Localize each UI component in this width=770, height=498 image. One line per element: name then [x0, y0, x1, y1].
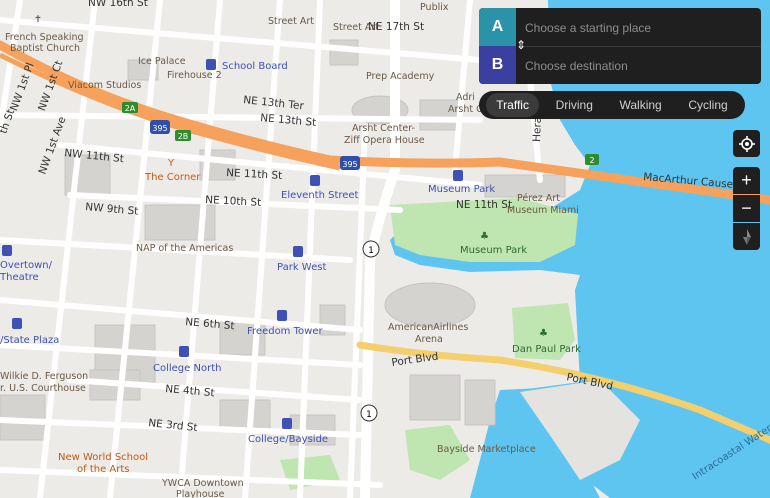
poi-label: of the Arts — [77, 464, 130, 475]
tab-walking[interactable]: Walking — [610, 93, 672, 117]
street-label: NW 16th St — [88, 0, 148, 9]
destination-input[interactable] — [519, 50, 761, 82]
park-label: Dan Paul Park — [512, 344, 581, 355]
poi-label: Arsht Center- — [352, 123, 415, 134]
transit-label: College North — [153, 363, 221, 374]
svg-text:1: 1 — [368, 246, 374, 256]
poi-label: Baptist Church — [10, 43, 80, 54]
poi-label: Arsht C — [448, 104, 483, 115]
svg-text:2A: 2A — [125, 104, 136, 113]
crosshair-icon — [738, 135, 755, 152]
svg-text:395: 395 — [342, 160, 357, 169]
poi-label: Ice Palace — [138, 56, 186, 67]
svg-text:395: 395 — [152, 124, 167, 133]
street-label: NE 11th St — [456, 199, 512, 211]
poi-label: Viacom Studios — [68, 80, 141, 91]
compass-button[interactable] — [733, 223, 760, 250]
poi-icon-bar: Y — [167, 158, 175, 169]
park-icon: ♣ — [539, 328, 548, 339]
poi-label: New World School — [58, 452, 148, 463]
poi-label: Pérez Art — [517, 193, 560, 204]
compass-icon — [742, 228, 751, 245]
transit-icon — [206, 59, 216, 70]
poi-label: Publix — [420, 2, 449, 13]
tab-cycling[interactable]: Cycling — [678, 93, 737, 117]
poi-label: Prep Academy — [366, 71, 435, 82]
zoom-out-button[interactable]: − — [733, 195, 760, 222]
start-badge: A — [479, 8, 516, 46]
interstate-shield-395-b: 395 — [340, 156, 360, 170]
transit-label: Overtown/ — [0, 260, 53, 271]
interstate-shield-395-a: 395 — [150, 120, 170, 134]
park-label: Museum Park — [460, 245, 527, 256]
transit-label: Theatre — [0, 272, 39, 283]
transit-icon — [2, 245, 12, 256]
svg-text:2: 2 — [589, 156, 594, 165]
poi-label: French Speaking — [5, 32, 84, 43]
us-shield-1-a: 1 — [362, 240, 380, 258]
poi-label: Firehouse 2 — [167, 70, 222, 81]
transit-icon — [179, 346, 189, 357]
poi-label: The Corner — [144, 172, 201, 183]
transit-label: College/Bayside — [248, 434, 328, 445]
transit-icon — [277, 310, 287, 321]
transit-icon — [12, 318, 22, 329]
transit-label: Freedom Tower — [247, 326, 323, 337]
tab-traffic[interactable]: Traffic — [486, 93, 539, 117]
poi-label: Bayside Marketplace — [437, 444, 536, 455]
end-badge: B — [479, 46, 516, 84]
poi-label: Street Art — [333, 22, 379, 33]
svg-text:2B: 2B — [178, 132, 189, 141]
poi-label: Wilkie D. Ferguson — [0, 371, 88, 382]
swap-arrows-icon[interactable]: ⇕ — [516, 38, 526, 52]
poi-label: r. U.S. Courthouse — [0, 383, 86, 394]
transit-icon — [310, 175, 320, 186]
park-icon: ♣ — [480, 231, 489, 242]
poi-label: Arena — [415, 334, 443, 345]
poi-label: Street Art — [268, 16, 314, 27]
route-shield-2a: 2A — [122, 102, 138, 113]
poi-label: Playhouse — [176, 489, 225, 498]
zoom-in-button[interactable]: + — [733, 167, 760, 194]
poi-label: NAP of the Americas — [136, 243, 233, 254]
transit-label: School Board — [222, 61, 288, 72]
poi-icon-church: ✝ — [34, 14, 42, 25]
transit-icon — [293, 246, 303, 257]
transit-label: Park West — [277, 262, 326, 273]
route-shield-2b: 2B — [175, 130, 191, 141]
poi-label: Adri — [456, 92, 475, 103]
transit-label: Museum Park — [428, 184, 495, 195]
locate-button[interactable] — [733, 130, 760, 157]
start-input[interactable] — [519, 12, 761, 44]
transit-icon — [453, 170, 463, 181]
poi-label: AmericanAirlines — [388, 322, 468, 333]
us-shield-1-b: 1 — [360, 404, 378, 422]
svg-text:1: 1 — [366, 410, 372, 420]
poi-label: YWCA Downtown — [161, 478, 244, 489]
poi-label: Ziff Opera House — [344, 135, 425, 146]
poi-label: Museum Miami — [507, 205, 579, 216]
transit-label: Eleventh Street — [281, 190, 359, 201]
travel-mode-tabs: Traffic Driving Walking Cycling — [479, 91, 745, 119]
route-shield-2: 2 — [585, 154, 599, 165]
tab-driving[interactable]: Driving — [546, 93, 603, 117]
transit-icon — [282, 418, 292, 429]
transit-label: /State Plaza — [0, 335, 59, 346]
